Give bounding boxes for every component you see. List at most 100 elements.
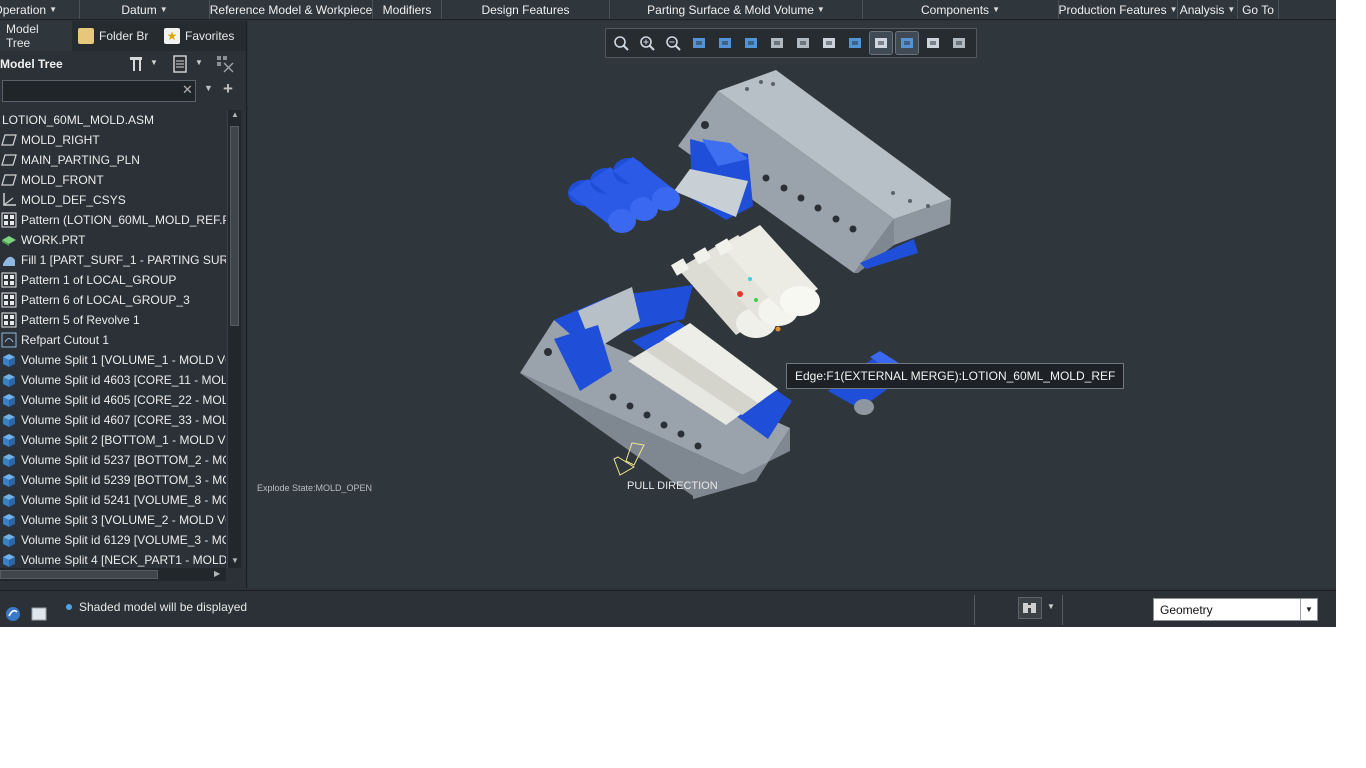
pattern-icon	[1, 292, 17, 308]
menu-operation[interactable]: Operation▼	[0, 0, 80, 19]
tree-item[interactable]: MAIN_PARTING_PLN	[0, 150, 226, 170]
tree-search-row: ✕ ▼ +	[2, 79, 246, 104]
tree-root-item[interactable]: LOTION_60ML_MOLD.ASM	[0, 110, 226, 130]
menu-label: Go To	[1242, 2, 1274, 17]
tree-horizontal-scrollbar[interactable]: ▶	[0, 568, 226, 581]
scroll-right-icon[interactable]: ▶	[214, 569, 220, 578]
tree-item-label: Volume Split id 4607 [CORE_33 - MOLD VOL…	[21, 413, 226, 427]
core-pins-left[interactable]	[568, 157, 680, 233]
tree-filter-icon[interactable]	[216, 55, 234, 73]
tree-item-label: MOLD_FRONT	[21, 173, 104, 187]
model-tree-toggle-icon[interactable]	[4, 605, 22, 626]
tab-folder-br[interactable]: Folder Br	[72, 21, 158, 51]
clear-search-icon[interactable]: ✕	[182, 82, 193, 98]
cavity-plate-top[interactable]	[674, 70, 951, 273]
tree-item[interactable]: WORK.PRT	[0, 230, 226, 250]
tree-item[interactable]: Volume Split 4 [NECK_PART1 - MOLD VOLUME…	[0, 550, 226, 570]
tree-item[interactable]: Volume Split 1 [VOLUME_1 - MOLD VOLUME]	[0, 350, 226, 370]
selection-filter-select[interactable]: Geometry ▼	[1153, 598, 1318, 621]
edge-tooltip: Edge:F1(EXTERNAL MERGE):LOTION_60ML_MOLD…	[786, 363, 1125, 389]
tree-item-label: Volume Split id 5237 [BOTTOM_2 - MOLD VO…	[21, 453, 226, 467]
status-separator	[974, 595, 975, 625]
menu-components[interactable]: Components ▼	[863, 0, 1059, 19]
fullscreen-toggle-icon[interactable]	[30, 605, 48, 626]
show-dropdown-icon[interactable]: ▼	[195, 58, 213, 76]
graphics-settings-icon[interactable]	[948, 32, 970, 54]
tree-item[interactable]: Refpart Cutout 1	[0, 330, 226, 350]
tree-item[interactable]: Volume Split id 5239 [BOTTOM_3 - MOLD VO…	[0, 470, 226, 490]
saved-orientations-icon[interactable]	[740, 32, 762, 54]
tab-model-tree[interactable]: Model Tree	[0, 21, 72, 51]
tab-favorites[interactable]: ★ Favorites	[158, 21, 246, 51]
zoom-in-icon[interactable]	[636, 32, 658, 54]
zoom-out-icon[interactable]	[662, 32, 684, 54]
settings-dropdown-icon[interactable]: ▼	[150, 58, 168, 76]
tree-item[interactable]: Volume Split id 4607 [CORE_33 - MOLD VOL…	[0, 410, 226, 430]
tree-item[interactable]: Pattern 1 of LOCAL_GROUP	[0, 270, 226, 290]
menu-go-to[interactable]: Go To	[1238, 0, 1279, 19]
chevron-down-icon[interactable]: ▼	[1300, 599, 1317, 620]
tree-item[interactable]: Pattern (LOTION_60ML_MOLD_REF.PRT)	[0, 210, 226, 230]
tree-item-label: Pattern 6 of LOCAL_GROUP_3	[21, 293, 190, 307]
repaint-icon[interactable]	[688, 32, 710, 54]
cutout-icon	[1, 332, 17, 348]
tree-item[interactable]: Volume Split id 5241 [VOLUME_8 - MOLD VO…	[0, 490, 226, 510]
scroll-thumb[interactable]	[230, 126, 239, 326]
tree-item[interactable]: Pattern 6 of LOCAL_GROUP_3	[0, 290, 226, 310]
tree-item[interactable]: Pattern 5 of Revolve 1	[0, 310, 226, 330]
tree-item-label: Volume Split 3 [VOLUME_2 - MOLD VOLUME]	[21, 513, 226, 527]
ribbon-menubar: Operation▼Datum▼Reference Model & Workpi…	[0, 0, 1336, 20]
navigator-tabs: Model Tree Folder Br ★ Favorites	[0, 21, 246, 51]
tree-vertical-scrollbar[interactable]: ▲ ▼	[227, 110, 241, 568]
scroll-down-icon[interactable]: ▼	[231, 556, 239, 565]
datum-plane-icon	[1, 132, 17, 148]
tree-item[interactable]: MOLD_FRONT	[0, 170, 226, 190]
menu-reference-model-workpiece[interactable]: Reference Model & Workpiece	[210, 0, 373, 19]
menu-design-features[interactable]: Design Features	[442, 0, 610, 19]
menu-datum[interactable]: Datum ▼	[80, 0, 210, 19]
chevron-down-icon: ▼	[1227, 5, 1236, 14]
refit-icon[interactable]	[610, 32, 632, 54]
tree-item[interactable]: Volume Split 3 [VOLUME_2 - MOLD VOLUME]	[0, 510, 226, 530]
tree-item[interactable]: MOLD_DEF_CSYS	[0, 190, 226, 210]
lotion-bottles[interactable]	[670, 225, 820, 338]
menu-analysis[interactable]: Analysis ▼	[1178, 0, 1238, 19]
view-manager-icon[interactable]	[766, 32, 788, 54]
spin-center-icon[interactable]	[922, 32, 944, 54]
tree-item-label: Fill 1 [PART_SURF_1 - PARTING SURFACE]	[21, 253, 226, 267]
search-options-dropdown-icon[interactable]: ▼	[204, 83, 213, 93]
menu-production-features[interactable]: Production Features ▼	[1059, 0, 1178, 19]
tree-item[interactable]: Volume Split id 5237 [BOTTOM_2 - MOLD VO…	[0, 450, 226, 470]
menu-parting-surface-mold-volume[interactable]: Parting Surface & Mold Volume ▼	[610, 0, 863, 19]
find-dropdown-icon[interactable]: ▼	[1047, 602, 1055, 611]
section-icon[interactable]	[818, 32, 840, 54]
tree-item[interactable]: Volume Split id 4603 [CORE_11 - MOLD VOL…	[0, 370, 226, 390]
settings-hammer-icon[interactable]	[128, 55, 146, 73]
chevron-down-icon: ▼	[49, 5, 57, 14]
add-filter-icon[interactable]: +	[223, 79, 233, 99]
tree-item[interactable]: Volume Split 2 [BOTTOM_1 - MOLD VOLUME]	[0, 430, 226, 450]
split-icon	[1, 432, 17, 448]
perspective-icon[interactable]	[792, 32, 814, 54]
appearance-icon[interactable]	[844, 32, 866, 54]
scroll-up-icon[interactable]: ▲	[231, 110, 239, 119]
tree-item[interactable]: Fill 1 [PART_SURF_1 - PARTING SURFACE]	[0, 250, 226, 270]
annotation-display-icon[interactable]	[895, 31, 919, 55]
show-columns-icon[interactable]	[171, 55, 189, 73]
tree-item-label: Pattern 5 of Revolve 1	[21, 313, 140, 327]
menu-modifiers[interactable]: Modifiers	[373, 0, 442, 19]
hscroll-thumb[interactable]	[0, 570, 158, 579]
tree-search-input[interactable]	[2, 80, 196, 102]
graphics-window[interactable]: Edge:F1(EXTERNAL MERGE):LOTION_60ML_MOLD…	[248, 21, 1336, 588]
display-style-icon[interactable]	[714, 32, 736, 54]
chevron-down-icon: ▼	[992, 5, 1000, 14]
chevron-down-icon: ▼	[1169, 5, 1178, 14]
tree-root-label: LOTION_60ML_MOLD.ASM	[2, 113, 155, 127]
find-binoculars-button[interactable]	[1018, 597, 1042, 619]
mold-3d-scene[interactable]	[248, 21, 1336, 588]
tree-item[interactable]: MOLD_RIGHT	[0, 130, 226, 150]
tree-item[interactable]: Volume Split id 6129 [VOLUME_3 - MOLD VO…	[0, 530, 226, 550]
datum-display-icon[interactable]	[869, 31, 893, 55]
menu-label: Modifiers	[382, 2, 432, 17]
tree-item[interactable]: Volume Split id 4605 [CORE_22 - MOLD VOL…	[0, 390, 226, 410]
